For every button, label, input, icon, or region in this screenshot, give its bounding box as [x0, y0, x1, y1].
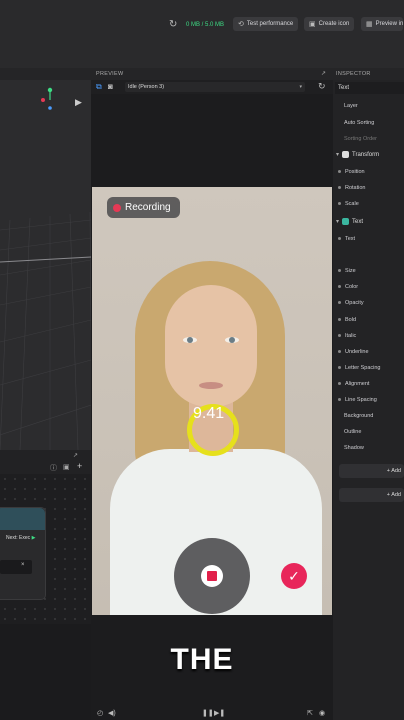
- chevron-down-icon: ▾: [336, 219, 340, 226]
- add-component-button[interactable]: + Add: [339, 464, 404, 478]
- prop-letter-spacing[interactable]: Letter Spacing: [338, 365, 380, 371]
- prop-alignment[interactable]: Alignment: [338, 381, 369, 387]
- confirm-button[interactable]: ✓: [281, 563, 307, 589]
- prop-bold[interactable]: Bold: [338, 317, 356, 323]
- preview-preset-value: Idle (Person 3): [128, 84, 165, 90]
- subject-eye-right: [225, 337, 239, 343]
- preview-preset-select[interactable]: Idle (Person 3) ▾: [125, 82, 305, 92]
- inspector-panel: [333, 68, 404, 720]
- prop-auto-sorting[interactable]: Auto Sorting: [344, 120, 374, 126]
- volume-icon[interactable]: ◀): [108, 709, 116, 717]
- image-icon[interactable]: ▣: [63, 463, 70, 471]
- preview-panel-title: PREVIEW: [96, 71, 124, 77]
- info-icon[interactable]: ⓘ: [50, 463, 57, 473]
- gauge-icon: ⟲: [238, 21, 244, 28]
- prop-line-spacing[interactable]: Line Spacing: [338, 397, 377, 403]
- add-icon[interactable]: +: [77, 461, 82, 471]
- camera-icon[interactable]: ▶: [75, 97, 82, 108]
- close-icon[interactable]: ×: [21, 562, 25, 568]
- test-performance-label: Test performance: [246, 21, 294, 27]
- device-icon[interactable]: ⧉: [96, 82, 102, 92]
- target-icon[interactable]: ◉: [319, 709, 325, 717]
- preview-in-button[interactable]: ▦ Preview in: [361, 17, 404, 31]
- prop-scale[interactable]: Scale: [338, 201, 359, 207]
- prop-rotation[interactable]: Rotation: [338, 185, 366, 191]
- image-icon: ▣: [309, 21, 316, 28]
- refresh-icon[interactable]: ↻: [318, 81, 326, 92]
- grid-icon: ▦: [366, 21, 373, 28]
- chevron-down-icon: ▾: [299, 84, 302, 90]
- create-icon-button[interactable]: ▣ Create icon: [304, 17, 355, 31]
- preview-in-label: Preview in: [375, 21, 404, 27]
- subject-eye-left: [183, 337, 197, 343]
- scene-viewport[interactable]: [0, 80, 91, 450]
- external-link-icon[interactable]: ↗: [321, 70, 326, 77]
- stop-icon: [201, 565, 223, 587]
- stop-recording-button[interactable]: [174, 538, 250, 614]
- external-link-icon[interactable]: ↗: [73, 452, 78, 459]
- axis-gizmo[interactable]: [40, 86, 60, 116]
- chevron-down-icon: ▾: [336, 152, 340, 159]
- inspector-header: ↗ INSPECTOR: [321, 68, 404, 80]
- prop-position[interactable]: Position: [338, 169, 365, 175]
- object-name-field[interactable]: Text: [335, 82, 404, 94]
- top-toolbar: ↻ 0 MB / 5.0 MB ⟲ Test performance ▣ Cre…: [0, 0, 404, 68]
- scene-header: [0, 68, 91, 80]
- scene-grid: [0, 211, 91, 450]
- node-input-field[interactable]: [0, 560, 32, 574]
- step-forward-icon[interactable]: ▶❚: [214, 709, 225, 717]
- prop-layer[interactable]: Layer: [344, 103, 358, 109]
- prop-color[interactable]: Color: [338, 284, 358, 290]
- node-next-output[interactable]: Next: Exec ▶: [6, 535, 35, 541]
- text-component-icon: [342, 218, 350, 225]
- pause-icon[interactable]: ❚❚: [202, 709, 214, 717]
- section-transform[interactable]: ▾ Transform: [336, 151, 379, 158]
- refresh-icon[interactable]: ↻: [169, 19, 177, 30]
- test-performance-button[interactable]: ⟲ Test performance: [233, 17, 299, 31]
- preview-header: PREVIEW: [91, 68, 333, 80]
- recording-timer: 9.41: [193, 405, 225, 422]
- record-dot-icon: [113, 203, 121, 212]
- subject-lips: [199, 382, 223, 389]
- add-script-button[interactable]: + Add: [339, 488, 404, 502]
- pointer-icon[interactable]: ⇱: [307, 709, 313, 717]
- recording-label: Recording: [125, 202, 171, 213]
- prop-italic[interactable]: Italic: [338, 333, 356, 339]
- graph-node[interactable]: Next: Exec ▶ ×: [0, 507, 46, 600]
- recording-badge: Recording: [107, 197, 180, 218]
- memory-usage: 0 MB / 5.0 MB: [186, 22, 225, 28]
- inspector-title: INSPECTOR: [336, 71, 371, 77]
- prop-outline[interactable]: Outline: [344, 429, 361, 435]
- preview-toolbar: ⧉ ◙ Idle (Person 3) ▾ ↻: [91, 80, 333, 94]
- gauge-icon[interactable]: ◴: [97, 709, 103, 717]
- node-header: [0, 508, 45, 530]
- preview-bottom-bar: ◴ ◀) ❚❚ ▶❚ ⇱ ◉: [91, 708, 333, 720]
- prop-background[interactable]: Background: [344, 413, 373, 419]
- transform-icon: [342, 151, 350, 158]
- create-icon-label: Create icon: [318, 21, 350, 27]
- checkmark-icon: ✓: [288, 568, 300, 584]
- prop-shadow[interactable]: Shadow: [344, 445, 364, 451]
- prop-opacity[interactable]: Opacity: [338, 300, 364, 306]
- prop-sorting-order: Sorting Order: [344, 136, 378, 142]
- section-text[interactable]: ▾ Text: [336, 218, 363, 225]
- camera-icon[interactable]: ◙: [108, 82, 113, 91]
- prop-size[interactable]: Size: [338, 268, 356, 274]
- node-editor-header: ↗ ⓘ ▣ +: [0, 450, 91, 474]
- prop-underline[interactable]: Underline: [338, 349, 369, 355]
- prop-text[interactable]: Text: [338, 236, 355, 242]
